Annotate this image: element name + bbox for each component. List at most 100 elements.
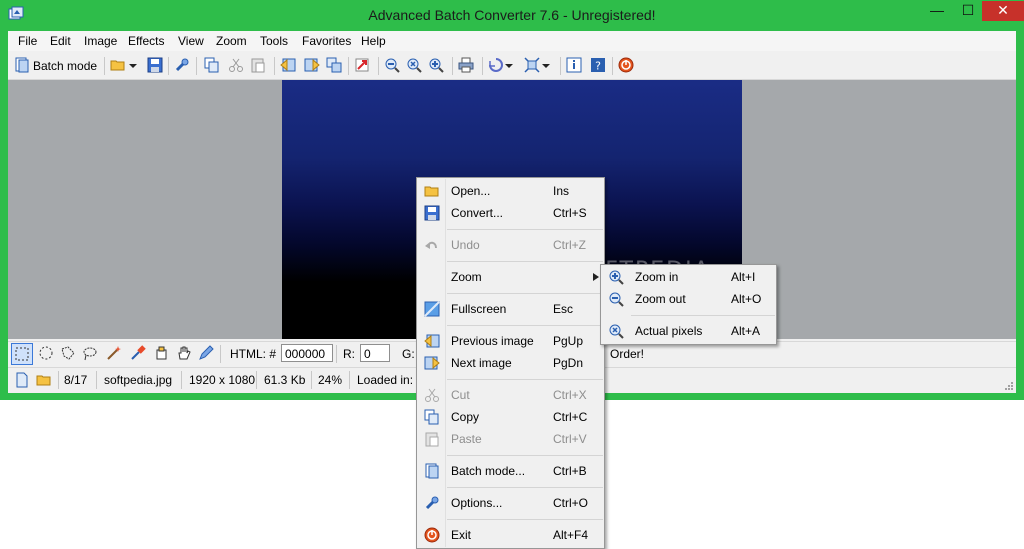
menu-item-copy[interactable]: Copy Ctrl+C [417,406,604,428]
open-folder-icon[interactable] [36,372,52,388]
menu-item-paste[interactable]: Paste Ctrl+V [417,428,604,450]
status-separator [181,371,182,389]
thumbnails-icon[interactable] [326,57,342,73]
print-icon[interactable] [458,57,474,73]
actual-pixels-icon[interactable] [406,57,422,73]
toolbar-separator [196,57,197,75]
menu-item-zoom-out[interactable]: Zoom out Alt+O [601,288,776,310]
toolbar-separator [482,57,483,75]
menu-separator [447,325,603,326]
menu-item-shortcut: PgUp [553,334,584,348]
menu-item-cut[interactable]: Cut Ctrl+X [417,384,604,406]
toolbar-separator [612,57,613,75]
status-separator [256,371,257,389]
cut-icon[interactable] [228,57,244,73]
submenu-arrow-icon [593,273,599,281]
menu-item-undo[interactable]: Undo Ctrl+Z [417,234,604,256]
status-separator [349,371,350,389]
fit-icon[interactable] [524,57,540,73]
menu-file[interactable]: File [18,34,37,48]
menu-view[interactable]: View [178,34,204,48]
title-bar[interactable]: Advanced Batch Converter 7.6 - Unregiste… [0,0,1024,31]
close-button[interactable]: ✕ [982,1,1024,21]
rotate-icon[interactable] [488,57,504,73]
context-menu: Open... Ins Convert... Ctrl+S Undo Ctrl+… [416,177,605,549]
menu-item-zoom-in[interactable]: Zoom in Alt+I [601,266,776,288]
hand-pan-icon[interactable] [176,345,192,361]
menu-item-label: Undo [451,238,480,252]
html-color-field[interactable]: 000000 [281,344,333,362]
dropdown-arrow-icon[interactable] [541,57,551,73]
menu-item-label: Batch mode... [451,464,526,478]
menu-item-convert[interactable]: Convert... Ctrl+S [417,202,604,224]
menu-zoom[interactable]: Zoom [216,34,247,48]
ellipse-select-icon[interactable] [38,345,54,361]
menu-item-fullscreen[interactable]: Fullscreen Esc [417,298,604,320]
dropdown-arrow-icon[interactable] [504,57,514,73]
menu-tools[interactable]: Tools [260,34,288,48]
menu-item-actual-pixels[interactable]: Actual pixels Alt+A [601,320,776,342]
toolbar-separator [168,57,169,75]
undo-icon [425,241,437,249]
red-value-field[interactable]: 0 [360,344,390,362]
zoom-out-icon [609,292,624,307]
copy-icon[interactable] [204,57,220,73]
menu-item-batch-mode[interactable]: Batch mode... Ctrl+B [417,460,604,482]
paste-icon[interactable] [250,57,266,73]
zoom-in-icon [609,270,624,285]
toolbar-separator [452,57,453,75]
magic-wand-icon[interactable] [106,345,122,361]
undo-icon[interactable] [354,57,370,73]
menu-favorites[interactable]: Favorites [302,34,351,48]
menu-item-next-image[interactable]: Next image PgDn [417,352,604,374]
resize-grip-icon[interactable] [1002,379,1014,391]
toolbar-separator [560,57,561,75]
status-separator [96,371,97,389]
options-icon[interactable] [174,57,190,73]
pencil-icon[interactable] [198,345,214,361]
menu-item-shortcut: Ctrl+Z [553,238,586,252]
info-icon[interactable] [566,57,582,73]
menu-item-label: Convert... [451,206,504,220]
status-position: 8/17 [64,373,88,387]
menu-image[interactable]: Image [84,34,117,48]
rectangle-select-tool[interactable] [11,343,33,365]
menu-item-open[interactable]: Open... Ins [417,180,604,202]
menu-item-exit[interactable]: Exit Alt+F4 [417,524,604,546]
status-filesize: 61.3 Kb [264,373,306,387]
red-label: R: [343,347,355,361]
help-icon[interactable]: ? [590,57,606,73]
minimize-button[interactable]: — [920,1,954,21]
rectangle-select-icon [15,347,29,361]
maximize-button[interactable]: ☐ [954,1,982,21]
menu-item-options[interactable]: Options... Ctrl+O [417,492,604,514]
copy-icon [424,409,439,425]
exit-icon[interactable] [618,57,634,73]
menu-item-zoom[interactable]: Zoom [417,266,604,288]
cut-icon [425,388,439,402]
zoom-in-icon[interactable] [428,57,444,73]
menu-bar: File Edit Image Effects View Zoom Tools … [8,31,1016,51]
color-picker-icon[interactable] [130,345,146,361]
dropdown-arrow-icon[interactable] [128,57,138,73]
menu-edit[interactable]: Edit [50,34,71,48]
menu-item-previous-image[interactable]: Previous image PgUp [417,330,604,352]
menu-item-label: Next image [451,356,512,370]
open-folder-icon[interactable] [110,57,126,73]
order-link[interactable]: Order! [610,347,644,361]
menu-help[interactable]: Help [361,34,386,48]
batch-mode-button[interactable]: Batch mode [33,59,97,73]
previous-image-icon[interactable] [280,57,296,73]
new-document-icon[interactable] [14,372,30,388]
menu-item-shortcut: Alt+O [731,292,762,306]
menu-effects[interactable]: Effects [128,34,164,48]
polygon-select-icon[interactable] [60,345,76,361]
lasso-select-icon[interactable] [82,345,98,361]
save-icon[interactable] [147,57,163,73]
paint-bucket-icon[interactable] [154,345,170,361]
next-image-icon[interactable] [304,57,320,73]
menu-separator [631,315,775,316]
status-filename: softpedia.jpg [104,373,173,387]
zoom-out-icon[interactable] [384,57,400,73]
batch-mode-icon[interactable] [14,57,30,73]
